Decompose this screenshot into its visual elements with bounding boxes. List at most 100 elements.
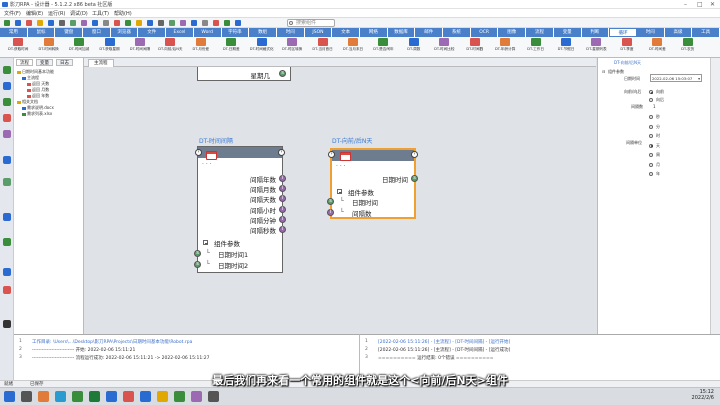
- sidebar-tool-icon[interactable]: [3, 98, 11, 106]
- quick-tool-icon[interactable]: [48, 20, 54, 26]
- output-port[interactable]: s: [411, 175, 418, 182]
- tab-10[interactable]: 时间: [276, 28, 305, 37]
- tab-6[interactable]: Excel: [166, 28, 194, 37]
- quick-tool-icon[interactable]: [114, 20, 120, 26]
- tab-variables[interactable]: 变量: [36, 59, 53, 66]
- quick-tool-icon[interactable]: [15, 20, 21, 26]
- output-port[interactable]: i: [279, 195, 286, 203]
- output-port[interactable]: i: [279, 185, 286, 193]
- quick-tool-icon[interactable]: [4, 20, 10, 26]
- tab-13[interactable]: 网络: [360, 28, 388, 37]
- unit-radio[interactable]: [649, 153, 653, 157]
- tool-6[interactable]: DT-月份差: [186, 38, 216, 57]
- flow-canvas[interactable]: 星期几 s DT-时间间隔 › › · · · 间隔年数 i 间隔月数 i 间隔天数 i 间…: [84, 67, 596, 334]
- tab-25[interactable]: 工具: [692, 28, 720, 37]
- taskbar-app-icon[interactable]: [21, 391, 32, 402]
- taskbar-app-icon[interactable]: [191, 391, 202, 402]
- unit-radio[interactable]: [649, 134, 653, 138]
- datetime-field[interactable]: 2022-02-06 15:03:07 ▾: [650, 74, 702, 82]
- output-port[interactable]: i: [279, 226, 286, 233]
- quick-tool-icon[interactable]: [92, 20, 98, 26]
- quick-tool-icon[interactable]: [136, 20, 142, 26]
- tool-10[interactable]: DT-当月首日: [307, 38, 337, 57]
- clock[interactable]: 15:12 2022/2/6: [692, 389, 714, 401]
- tool-1[interactable]: DT-时间转换: [33, 38, 63, 57]
- sidebar-tool-icon[interactable]: [3, 178, 11, 186]
- tool-4[interactable]: DT-时间间隔: [125, 38, 155, 57]
- output-port[interactable]: i: [279, 215, 286, 223]
- node-more[interactable]: · · ·: [336, 163, 346, 170]
- taskbar-app-icon[interactable]: [123, 391, 134, 402]
- taskbar-app-icon[interactable]: [106, 391, 117, 402]
- tool-2[interactable]: DT-时间加减: [64, 38, 94, 57]
- sidebar-tool-icon[interactable]: [3, 82, 11, 90]
- tab-0[interactable]: 常用: [0, 28, 28, 37]
- tool-12[interactable]: DT-是否闰年: [368, 38, 398, 57]
- tab-16[interactable]: 系统: [443, 28, 471, 37]
- tab-21[interactable]: 判断: [581, 28, 610, 37]
- quick-tool-icon[interactable]: [191, 20, 197, 26]
- tool-16[interactable]: DT-年龄计算: [490, 38, 520, 57]
- tool-14[interactable]: DT-时间比较: [429, 38, 459, 57]
- tree-item[interactable]: 需求列表.xlsx: [22, 111, 52, 117]
- input-port[interactable]: i: [327, 209, 334, 216]
- unit-radio[interactable]: [649, 162, 653, 167]
- tab-log[interactable]: 日志: [56, 59, 73, 66]
- menu-tools[interactable]: 工具(T): [92, 10, 109, 17]
- tab-14[interactable]: 数据库: [387, 28, 416, 37]
- quick-tool-icon[interactable]: [125, 20, 131, 26]
- menu-debug[interactable]: 调试(D): [70, 10, 88, 17]
- tab-22[interactable]: 循环: [609, 28, 637, 37]
- quick-tool-icon[interactable]: [70, 20, 76, 26]
- search-input[interactable]: 搜索组件: [287, 19, 335, 27]
- output-port[interactable]: s: [279, 70, 286, 77]
- tab-17[interactable]: OCR: [470, 28, 499, 37]
- quick-tool-icon[interactable]: [26, 20, 32, 26]
- tool-18[interactable]: DT-节假日: [551, 38, 581, 57]
- tab-12[interactable]: 文本: [332, 28, 360, 37]
- tab-11[interactable]: JSON: [304, 28, 333, 37]
- quick-tool-icon[interactable]: [81, 20, 87, 26]
- quick-tool-icon[interactable]: [202, 20, 208, 26]
- input-port[interactable]: s: [327, 198, 334, 205]
- interval-node[interactable]: › › · · · 间隔年数 i 间隔月数 i 间隔天数 i 间隔小时 i 间隔分钟 i 间隔秒数 i…: [194, 146, 286, 273]
- tab-15[interactable]: 邮件: [415, 28, 444, 37]
- tool-11[interactable]: DT-当月末日: [338, 38, 368, 57]
- tool-3[interactable]: DT-获取星期: [94, 38, 124, 57]
- taskbar-app-icon[interactable]: [4, 391, 15, 402]
- tool-9[interactable]: DT-时区转换: [277, 38, 307, 57]
- tool-22[interactable]: DT-农历: [673, 38, 703, 57]
- quick-tool-icon[interactable]: [103, 20, 109, 26]
- unit-radio[interactable]: [649, 172, 653, 176]
- input-arrow-icon[interactable]: ›: [195, 149, 202, 156]
- tab-20[interactable]: 变量: [553, 28, 582, 37]
- collapse-icon[interactable]: [203, 240, 208, 245]
- tool-15[interactable]: DT-时间戳: [460, 38, 490, 57]
- tool-7[interactable]: DT-日期差: [216, 38, 246, 57]
- quick-tool-icon[interactable]: [224, 20, 230, 26]
- tab-9[interactable]: 数组: [249, 28, 277, 37]
- node-more[interactable]: · · ·: [202, 161, 212, 168]
- tab-2[interactable]: 键盘: [55, 28, 84, 37]
- tab-23[interactable]: 时间: [636, 28, 665, 37]
- sidebar-tool-icon[interactable]: [3, 66, 11, 74]
- shift-node[interactable]: › › · · · 日期时间 s 组件参数 s └ 日期时间 i └ 间隔数: [327, 148, 418, 219]
- tab-19[interactable]: 流程: [526, 28, 554, 37]
- menu-run[interactable]: 运行(R): [48, 10, 65, 17]
- direction-radio[interactable]: [649, 98, 653, 102]
- tool-5[interactable]: DT-向前/后N天: [155, 38, 185, 57]
- menu-file[interactable]: 文件(F): [4, 10, 21, 17]
- tab-5[interactable]: 文件: [138, 28, 167, 37]
- sidebar-tool-icon[interactable]: [3, 213, 11, 221]
- output-port[interactable]: i: [279, 175, 286, 182]
- tool-13[interactable]: DT-周数: [399, 38, 429, 57]
- maximize-icon[interactable]: □: [697, 1, 703, 8]
- sidebar-tool-icon[interactable]: [3, 268, 11, 276]
- tab-18[interactable]: 图像: [498, 28, 527, 37]
- tool-17[interactable]: DT-工作日: [520, 38, 550, 57]
- minimize-icon[interactable]: –: [684, 1, 687, 8]
- tab-main-flow[interactable]: 主流程: [88, 59, 114, 67]
- weekday-node[interactable]: 星期几 s: [197, 67, 291, 81]
- sidebar-tool-icon[interactable]: [3, 130, 11, 138]
- tab-8[interactable]: 字符串: [221, 28, 250, 37]
